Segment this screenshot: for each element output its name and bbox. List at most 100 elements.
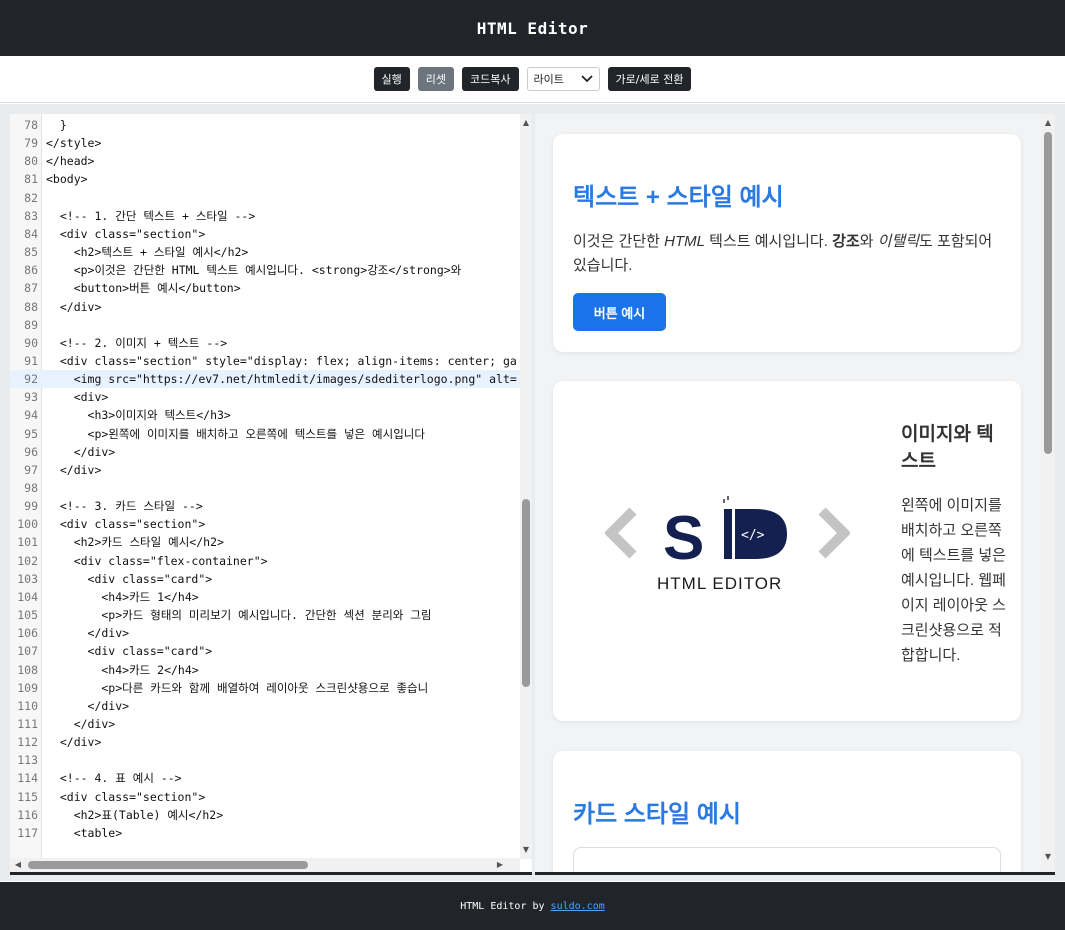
code-line[interactable]: 88 </div> [10, 298, 520, 316]
code-text[interactable]: </head> [46, 152, 94, 170]
scroll-down-arrow-icon[interactable]: ▼ [520, 845, 532, 855]
code-line[interactable]: 80 </head> [10, 152, 520, 170]
toggle-layout-button[interactable]: 가로/세로 전환 [607, 67, 692, 91]
code-line[interactable]: 95 <p>왼쪽에 이미지를 배치하고 오른쪽에 텍스트를 넣은 예시입니다 [10, 425, 520, 443]
code-line[interactable]: 106 </div> [10, 624, 520, 642]
code-text[interactable]: <!-- 4. 표 예시 --> [46, 769, 182, 787]
code-line[interactable]: 98 [10, 479, 520, 497]
code-text[interactable]: <div class="card"> [46, 642, 213, 660]
reset-button[interactable]: 리셋 [417, 67, 455, 91]
code-text[interactable]: <div class="section" style="display: fle… [46, 352, 517, 370]
code-line[interactable]: 103 <div class="card"> [10, 570, 520, 588]
code-line[interactable]: 92 <img src="https://ev7.net/htmledit/im… [10, 370, 520, 389]
code-line[interactable]: 86 <p>이것은 간단한 HTML 텍스트 예시입니다. <strong>강조… [10, 261, 520, 279]
code-line[interactable]: 97 </div> [10, 461, 520, 479]
code-text[interactable]: <h2>카드 스타일 예시</h2> [46, 533, 224, 551]
scroll-down-arrow-icon[interactable]: ▼ [1042, 852, 1054, 862]
code-line[interactable]: 78 } [10, 116, 520, 134]
code-line[interactable]: 105 <p>카드 형태의 미리보기 예시입니다. 간단한 섹션 분리와 그림 [10, 606, 520, 624]
code-text[interactable]: <div class="section"> [46, 225, 205, 243]
code-text[interactable]: </div> [46, 298, 102, 316]
code-text[interactable]: </div> [46, 715, 116, 733]
code-text[interactable]: <h2>표(Table) 예시</h2> [46, 806, 223, 824]
code-line[interactable]: 79 </style> [10, 134, 520, 152]
code-line[interactable]: 90 <!-- 2. 이미지 + 텍스트 --> [10, 334, 520, 352]
code-text[interactable]: <div> [46, 388, 109, 406]
code-line[interactable]: 111 </div> [10, 715, 520, 733]
code-line[interactable]: 113 [10, 751, 520, 769]
scroll-up-arrow-icon[interactable]: ▲ [520, 118, 532, 128]
code-line[interactable]: 89 [10, 316, 520, 334]
code-text[interactable]: <body> [46, 170, 88, 188]
editor-horizontal-scrollbar[interactable]: ◀ ▶ [10, 858, 520, 872]
code-text[interactable]: <table> [46, 824, 122, 842]
code-line[interactable]: 116 <h2>표(Table) 예시</h2> [10, 806, 520, 824]
code-text[interactable]: <h2>텍스트 + 스타일 예시</h2> [46, 243, 249, 261]
code-line[interactable]: 91 <div class="section" style="display: … [10, 352, 520, 370]
scroll-up-arrow-icon[interactable]: ▲ [1042, 118, 1054, 128]
code-text[interactable]: <p>다른 카드와 함께 배열하여 레이아웃 스크린샷용으로 좋습니 [46, 679, 428, 697]
line-number: 105 [17, 608, 38, 623]
editor-vertical-scrollbar[interactable]: ▲ ▼ [520, 114, 532, 859]
preview-pane[interactable]: 텍스트 + 스타일 예시 이것은 간단한 HTML 텍스트 예시입니다. 강조와… [535, 114, 1055, 875]
code-line[interactable]: 102 <div class="flex-container"> [10, 552, 520, 570]
code-text[interactable]: <!-- 2. 이미지 + 텍스트 --> [46, 334, 227, 352]
code-text[interactable]: <h4>카드 1</h4> [46, 588, 198, 606]
para-em-html: HTML [664, 233, 705, 250]
run-button[interactable]: 실행 [373, 67, 410, 91]
code-text[interactable]: <img src="https://ev7.net/htmledit/image… [46, 370, 517, 388]
code-line[interactable]: 99 <!-- 3. 카드 스타일 --> [10, 497, 520, 515]
footer-link[interactable]: suldo.com [551, 901, 605, 912]
code-line[interactable]: 108 <h4>카드 2</h4> [10, 661, 520, 679]
code-line[interactable]: 100 <div class="section"> [10, 515, 520, 533]
code-text[interactable]: <!-- 3. 카드 스타일 --> [46, 497, 203, 515]
code-line[interactable]: 96 </div> [10, 443, 520, 461]
code-text[interactable]: <div class="flex-container"> [46, 552, 268, 570]
code-line[interactable]: 114 <!-- 4. 표 예시 --> [10, 769, 520, 787]
example-button[interactable]: 버튼 예시 [573, 293, 666, 331]
code-text[interactable]: <div class="card"> [46, 570, 213, 588]
code-line[interactable]: 93 <div> [10, 388, 520, 406]
code-text[interactable]: </div> [46, 697, 130, 715]
copy-code-button[interactable]: 코드복사 [462, 67, 519, 91]
code-text[interactable]: <div class="section"> [46, 788, 205, 806]
code-text[interactable]: <h3>이미지와 텍스트</h3> [46, 406, 231, 424]
code-line[interactable]: 81 <body> [10, 170, 520, 188]
code-line[interactable]: 94 <h3>이미지와 텍스트</h3> [10, 406, 520, 424]
code-text[interactable]: </div> [46, 733, 102, 751]
code-text[interactable]: </div> [46, 461, 102, 479]
code-text[interactable]: <p>카드 형태의 미리보기 예시입니다. 간단한 섹션 분리와 그림 [46, 606, 431, 624]
code-line[interactable]: 101 <h2>카드 스타일 예시</h2> [10, 533, 520, 551]
scroll-left-arrow-icon[interactable]: ◀ [12, 860, 24, 870]
preview-vertical-scroll-thumb[interactable] [1044, 132, 1052, 454]
code-line[interactable]: 112 </div> [10, 733, 520, 751]
code-lines[interactable]: 78 } 79 </style> 80 </head> 81 <body> 82 83 <!--… [10, 114, 520, 859]
code-text[interactable]: </div> [46, 624, 130, 642]
code-text[interactable]: <div class="section"> [46, 515, 205, 533]
code-text[interactable]: </style> [46, 134, 101, 152]
code-line[interactable]: 109 <p>다른 카드와 함께 배열하여 레이아웃 스크린샷용으로 좋습니 [10, 679, 520, 697]
code-text[interactable]: <h4>카드 2</h4> [46, 661, 198, 679]
code-text[interactable]: } [46, 116, 67, 134]
code-text[interactable]: </div> [46, 443, 116, 461]
editor-vertical-scroll-thumb[interactable] [522, 499, 530, 687]
code-line[interactable]: 110 </div> [10, 697, 520, 715]
scroll-right-arrow-icon[interactable]: ▶ [494, 860, 506, 870]
code-text[interactable]: <p>왼쪽에 이미지를 배치하고 오른쪽에 텍스트를 넣은 예시입니다 [46, 425, 425, 443]
code-line[interactable]: 83 <!-- 1. 간단 텍스트 + 스타일 --> [10, 207, 520, 225]
code-editor[interactable]: 78 } 79 </style> 80 </head> 81 <body> 82 83 <!--… [10, 114, 532, 875]
theme-select[interactable]: 라이트 [526, 67, 600, 91]
editor-horizontal-scroll-thumb[interactable] [28, 861, 308, 869]
code-line[interactable]: 117 <table> [10, 824, 520, 842]
code-text[interactable]: <!-- 1. 간단 텍스트 + 스타일 --> [46, 207, 255, 225]
code-line[interactable]: 107 <div class="card"> [10, 642, 520, 660]
code-text[interactable]: <p>이것은 간단한 HTML 텍스트 예시입니다. <strong>강조</s… [46, 261, 462, 279]
code-text[interactable]: <button>버튼 예시</button> [46, 279, 241, 297]
code-line[interactable]: 87 <button>버튼 예시</button> [10, 279, 520, 297]
code-line[interactable]: 82 [10, 189, 520, 207]
code-line[interactable]: 84 <div class="section"> [10, 225, 520, 243]
code-line[interactable]: 104 <h4>카드 1</h4> [10, 588, 520, 606]
code-line[interactable]: 85 <h2>텍스트 + 스타일 예시</h2> [10, 243, 520, 261]
preview-vertical-scrollbar[interactable]: ▲ ▼ [1041, 114, 1055, 872]
code-line[interactable]: 115 <div class="section"> [10, 788, 520, 806]
